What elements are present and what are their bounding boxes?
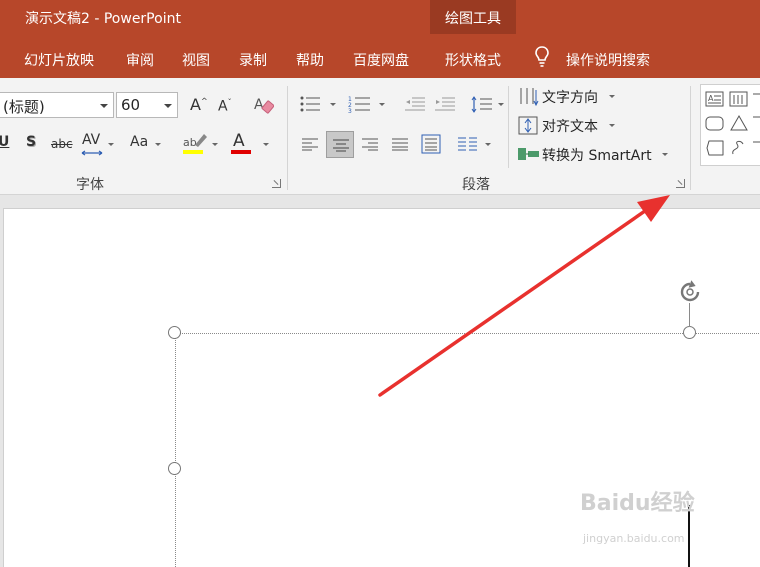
font-size-value: 60 [121, 96, 141, 114]
caret-up-icon: ^ [200, 96, 208, 106]
bullets-icon[interactable] [300, 95, 322, 113]
tab-shape-format[interactable]: 形状格式 [430, 34, 516, 78]
group-divider [690, 86, 691, 190]
justify-icon[interactable] [391, 137, 409, 151]
lightbulb-icon [535, 46, 549, 67]
text-direction-icon[interactable] [518, 86, 540, 108]
annotation-arrow-icon [378, 195, 670, 397]
triangle-shape-icon[interactable] [729, 114, 749, 132]
more-shapes-icon[interactable] [752, 138, 760, 158]
align-center-icon [333, 139, 349, 152]
chevron-down-icon[interactable] [662, 153, 668, 156]
callout-shape-icon[interactable] [705, 138, 725, 158]
change-case-button[interactable]: Aa [130, 134, 148, 150]
baidu-watermark-url: jingyan.baidu.com [583, 532, 685, 545]
character-spacing-label: AV [82, 132, 101, 148]
tab-view[interactable]: 视图 [182, 50, 210, 70]
columns-icon[interactable] [457, 136, 479, 152]
resize-handle-top-middle[interactable] [683, 326, 696, 339]
tab-help[interactable]: 帮助 [296, 50, 324, 70]
shrink-font-label: A [218, 98, 228, 115]
window-title: 演示文稿2 - PowerPoint [25, 11, 181, 27]
chevron-down-icon [164, 104, 172, 108]
chevron-down-icon[interactable] [498, 103, 504, 106]
chevron-down-icon[interactable] [485, 143, 491, 146]
svg-text:A: A [708, 94, 714, 103]
font-group-label: 字体 [76, 177, 104, 193]
tab-record[interactable]: 录制 [239, 50, 267, 70]
svg-text:ab: ab [183, 136, 197, 149]
group-divider [508, 86, 509, 168]
numbering-icon[interactable]: 1 2 3 [348, 95, 372, 113]
chevron-down-icon[interactable] [212, 143, 218, 146]
paragraph-dialog-launcher-icon[interactable] [676, 179, 685, 188]
textbox-shape-icon[interactable]: A [705, 91, 725, 107]
baidu-watermark: Baidu经验 [580, 491, 695, 516]
convert-smartart-button[interactable]: 转换为 SmartArt [542, 145, 652, 165]
font-color-button[interactable]: A [233, 131, 245, 151]
drawing-tools-label: 绘图工具 [445, 11, 501, 27]
resize-handle-middle-left[interactable] [168, 462, 181, 475]
distributed-align-icon[interactable] [421, 134, 441, 154]
rounded-rectangle-shape-icon[interactable] [705, 115, 725, 133]
text-shadow-button[interactable]: S [26, 134, 36, 150]
character-spacing-button[interactable]: AV [82, 132, 100, 148]
font-size-dropdown[interactable]: 60 [116, 92, 178, 118]
strikethrough-button[interactable]: abc [51, 137, 73, 151]
chevron-down-icon[interactable] [379, 103, 385, 106]
shrink-font-button[interactable]: Aˇ [218, 98, 232, 115]
chevron-down-icon[interactable] [330, 103, 336, 106]
align-text-icon[interactable] [518, 115, 540, 137]
line-shape-icon[interactable] [752, 91, 760, 107]
align-text-button[interactable]: 对齐文本 [542, 116, 598, 136]
resize-handle-top-left[interactable] [168, 326, 181, 339]
rotate-handle-icon[interactable] [676, 278, 704, 306]
caret-down-icon: ˇ [227, 98, 232, 107]
highlighter-icon[interactable]: ab [182, 131, 208, 155]
tab-baidu-netdisk[interactable]: 百度网盘 [353, 50, 409, 70]
svg-text:A: A [254, 97, 264, 113]
align-left-icon[interactable] [301, 137, 319, 151]
rotation-stem [689, 303, 690, 327]
tab-review[interactable]: 审阅 [126, 50, 154, 70]
spacing-arrows-icon [81, 150, 103, 156]
grow-font-label: A [190, 95, 201, 114]
group-divider [287, 86, 288, 190]
vertical-textbox-shape-icon[interactable] [729, 91, 749, 107]
svg-text:3: 3 [348, 108, 352, 113]
align-center-button[interactable] [326, 131, 354, 158]
font-name-dropdown[interactable]: (标题) [0, 92, 114, 118]
text-direction-button[interactable]: 文字方向 [542, 87, 598, 107]
increase-indent-icon[interactable] [434, 96, 456, 112]
freeform-shape-icon[interactable] [729, 138, 749, 158]
clear-formatting-icon[interactable]: A [254, 96, 274, 114]
chevron-down-icon[interactable] [108, 143, 114, 146]
font-dialog-launcher-icon[interactable] [272, 179, 281, 188]
ribbon [0, 78, 760, 195]
chevron-down-icon[interactable] [609, 124, 615, 127]
arrow-shape-icon[interactable] [752, 115, 760, 131]
line-spacing-icon[interactable] [471, 95, 493, 115]
underline-button[interactable]: U [0, 134, 9, 150]
decrease-indent-icon[interactable] [404, 96, 426, 112]
chevron-down-icon[interactable] [609, 95, 615, 98]
tab-slideshow[interactable]: 幻灯片放映 [24, 50, 94, 70]
font-color-swatch [231, 150, 251, 154]
grow-font-button[interactable]: A^ [190, 95, 208, 114]
chevron-down-icon [100, 104, 108, 108]
font-color-label: A [233, 131, 245, 151]
tell-me-search[interactable]: 操作说明搜索 [566, 50, 650, 70]
chevron-down-icon[interactable] [155, 143, 161, 146]
font-name-value: (标题) [3, 98, 45, 116]
smartart-convert-icon[interactable] [517, 145, 541, 163]
chevron-down-icon[interactable] [263, 143, 269, 146]
align-right-icon[interactable] [361, 137, 379, 151]
